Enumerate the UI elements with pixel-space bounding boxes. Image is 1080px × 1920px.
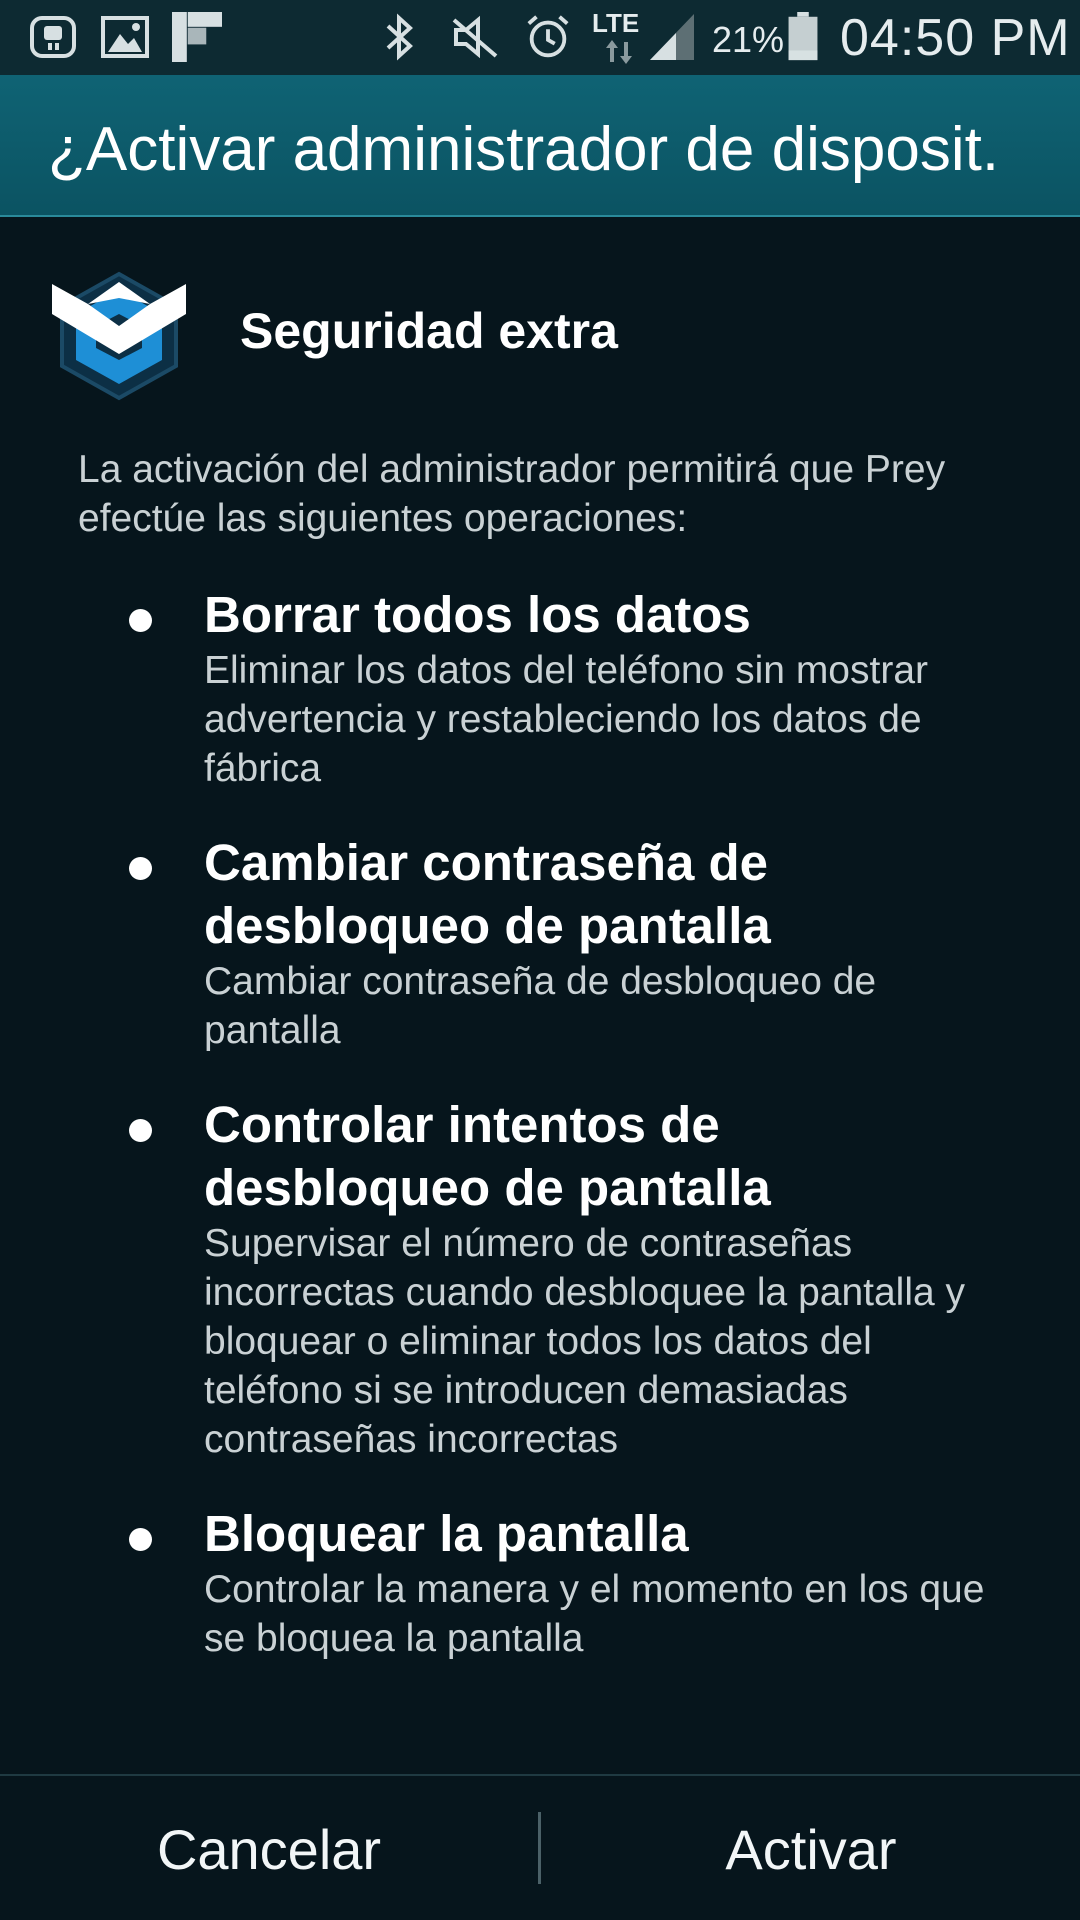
status-time: 04:50 PM bbox=[840, 9, 1071, 67]
title-bar: ¿Activar administrador de disposit. bbox=[0, 75, 1080, 217]
intro-text: La activación del administrador permitir… bbox=[78, 448, 946, 540]
permissions-list: Borrar todos los datos Eliminar los dato… bbox=[0, 583, 1080, 1701]
gallery-icon bbox=[101, 16, 149, 58]
permission-title: Controlar intentos de desbloqueo de pant… bbox=[204, 1096, 771, 1216]
bullet-icon bbox=[129, 1528, 152, 1551]
list-item: Borrar todos los datos Eliminar los dato… bbox=[0, 583, 1080, 793]
list-item: Cambiar contraseña de desbloqueo de pant… bbox=[0, 831, 1080, 1055]
permission-description: Eliminar los datos del teléfono sin most… bbox=[204, 649, 928, 790]
signal-icon bbox=[650, 14, 694, 60]
page-title: ¿Activar administrador de disposit. bbox=[48, 115, 1000, 184]
permission-description: Cambiar contraseña de desbloqueo de pant… bbox=[204, 960, 877, 1052]
flipboard-icon bbox=[172, 12, 222, 62]
dialog-button-bar: Cancelar Activar bbox=[0, 1774, 1080, 1920]
cancel-button[interactable]: Cancelar bbox=[0, 1776, 538, 1920]
permission-description: Supervisar el número de contraseñas inco… bbox=[204, 1222, 966, 1461]
bullet-icon bbox=[129, 609, 152, 632]
status-bar: LTE 21% 04:50 PM bbox=[0, 0, 1080, 75]
battery-icon bbox=[788, 12, 818, 61]
button-divider bbox=[538, 1812, 541, 1884]
mute-icon bbox=[452, 15, 498, 59]
list-item: Bloquear la pantalla Controlar la manera… bbox=[0, 1502, 1080, 1663]
data-arrows-icon bbox=[606, 40, 632, 64]
cast-icon bbox=[30, 16, 76, 58]
activate-button[interactable]: Activar bbox=[542, 1776, 1080, 1920]
device-admin-screen: LTE 21% 04:50 PM ¿Activar administrador … bbox=[0, 0, 1080, 1920]
list-item: Controlar intentos de desbloqueo de pant… bbox=[0, 1093, 1080, 1464]
bullet-icon bbox=[129, 857, 152, 880]
permission-title: Borrar todos los datos bbox=[204, 586, 751, 643]
bluetooth-icon bbox=[386, 13, 413, 61]
battery-percent: 21% bbox=[712, 19, 785, 60]
bullet-icon bbox=[129, 1119, 152, 1142]
alarm-icon bbox=[527, 15, 569, 58]
prey-shield-logo-icon bbox=[52, 271, 186, 401]
permission-description: Controlar la manera y el momento en los … bbox=[204, 1568, 985, 1660]
permission-title: Cambiar contraseña de desbloqueo de pant… bbox=[204, 834, 771, 954]
app-name: Seguridad extra bbox=[240, 303, 618, 359]
permission-title: Bloquear la pantalla bbox=[204, 1505, 689, 1562]
lte-icon: LTE bbox=[592, 8, 640, 38]
